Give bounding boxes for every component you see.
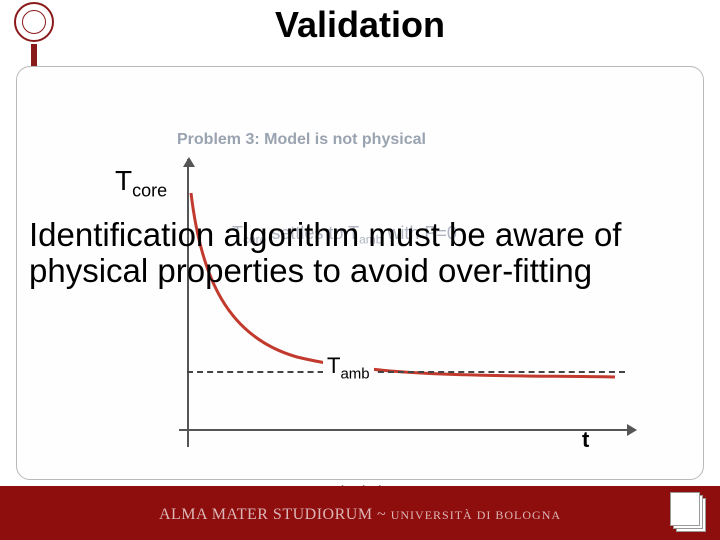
institution-watermark: ALMA MATER STUDIORUM ~ UNIVERSITÀ DI BOL… <box>0 506 720 524</box>
problem-heading: Problem 3: Model is not physical <box>177 131 426 149</box>
footer-bar: ALMA MATER STUDIORUM ~ UNIVERSITÀ DI BOL… <box>0 486 720 540</box>
x-axis-label: t <box>582 427 589 453</box>
page-stack-icon <box>670 492 706 532</box>
y-axis-label: Tcore <box>115 165 167 202</box>
tamb-label: Tamb <box>323 353 374 382</box>
tcore-subscript: core <box>132 181 167 201</box>
slide: Validation Problem 3: Model is not physi… <box>0 0 720 540</box>
tamb-symbol: T <box>327 353 340 378</box>
x-axis <box>179 429 635 431</box>
tcore-symbol: T <box>115 165 132 196</box>
slide-title: Validation <box>0 4 720 46</box>
content-panel: Problem 3: Model is not physical Tcore T… <box>16 66 704 480</box>
overlay-statement: Identification algorithm must be aware o… <box>29 217 691 288</box>
tamb-subscript: amb <box>340 365 369 382</box>
tamb-reference-line <box>187 371 625 373</box>
